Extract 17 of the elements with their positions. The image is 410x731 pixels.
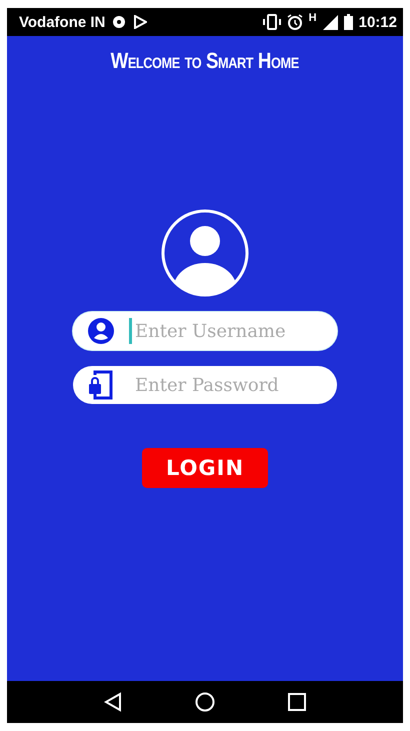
carrier-name: Vodafone IN xyxy=(19,14,106,30)
phone-lock-icon xyxy=(87,370,115,400)
back-icon[interactable] xyxy=(104,692,122,712)
login-button[interactable]: LOGIN xyxy=(142,448,268,488)
username-field[interactable]: Enter Username xyxy=(73,312,337,350)
recents-icon[interactable] xyxy=(288,693,306,711)
home-icon[interactable] xyxy=(194,692,215,712)
password-field[interactable]: Enter Password xyxy=(73,366,337,404)
vibrate-icon xyxy=(262,14,281,30)
avatar-icon xyxy=(160,208,250,298)
welcome-title: Welcome to Smart Home xyxy=(110,48,300,74)
battery-icon xyxy=(344,14,353,30)
alarm-icon xyxy=(286,14,303,30)
signal-icon xyxy=(322,14,338,30)
user-icon xyxy=(87,317,115,345)
network-type: H xyxy=(308,12,317,24)
clock-time: 10:12 xyxy=(358,14,397,30)
